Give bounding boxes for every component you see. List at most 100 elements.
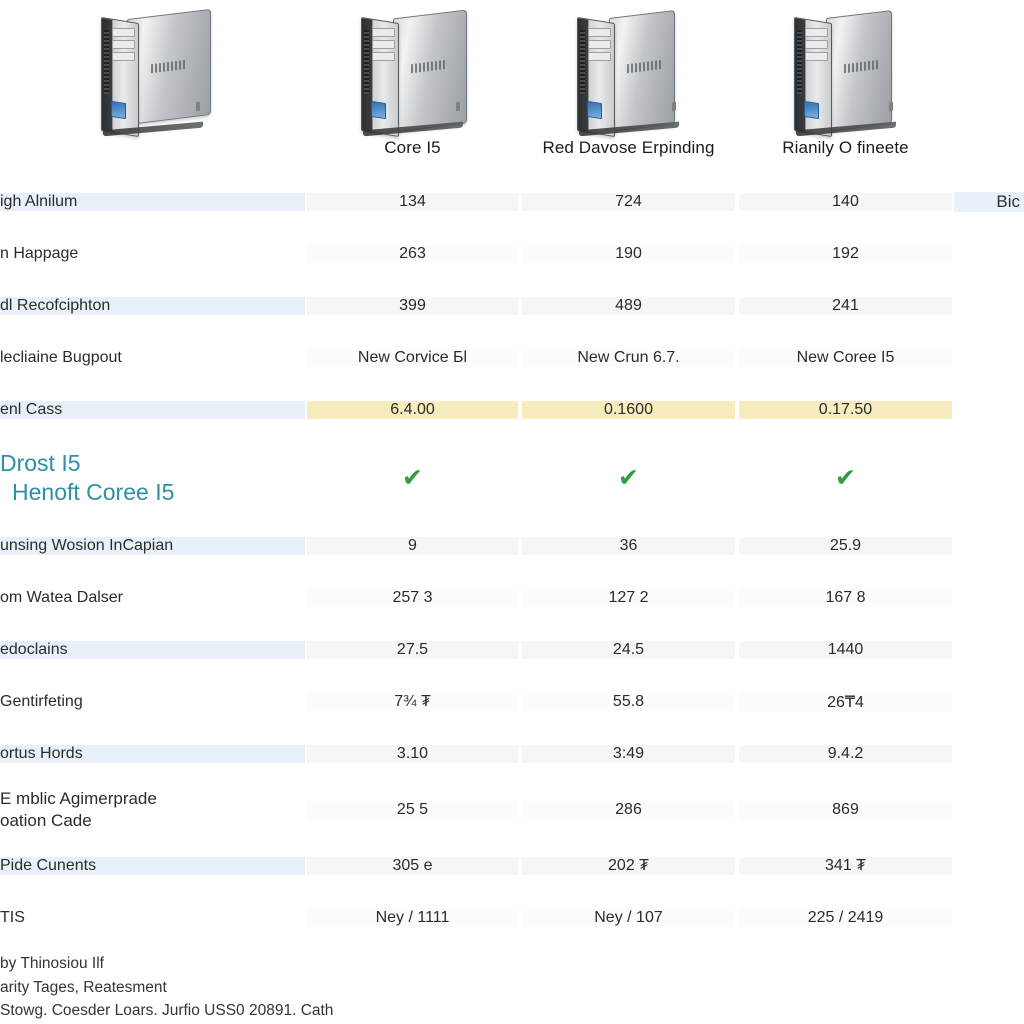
footer-disclaimer: by Thinosiou Ilf arity Tages, Reatesment… xyxy=(0,952,1024,1023)
table-cell-value: 489 xyxy=(520,297,737,315)
table-cell-value: 305 e xyxy=(305,857,520,875)
row-label: om Watea Dalser xyxy=(0,589,305,607)
row-label: edoclains xyxy=(0,641,305,659)
cell-text: New Corvice Бl xyxy=(357,349,468,366)
table-cell-value: New Coree I5 xyxy=(737,349,954,367)
table-cell-value: 25.9 xyxy=(737,537,954,555)
table-cell-value: ✔ xyxy=(520,463,737,492)
product-name-2: Red Davose Erpinding xyxy=(542,138,715,157)
cell-text: 0.1600 xyxy=(604,401,653,418)
row-label: ortus Hords xyxy=(0,745,305,763)
table-cell-value: 0.17.50 xyxy=(737,401,954,419)
table-cell-value: 9 xyxy=(305,537,520,555)
row-label: TIS xyxy=(0,909,305,927)
table-cell-value: Ney / 107 xyxy=(520,909,737,927)
row-label-text: edoclains xyxy=(0,641,68,658)
desktop-tower-icon xyxy=(569,6,689,138)
row-label: lecliaine Bugpout xyxy=(0,349,305,367)
table-cell-value: 286 xyxy=(520,801,737,819)
table-row: E mblic Agimerprade oation Cade 25 5 286 869 xyxy=(0,780,1024,840)
cell-text: New Crun 6.7. xyxy=(577,349,680,366)
table-cell-value: 399 xyxy=(305,297,520,315)
table-cell-value: 225 / 2419 xyxy=(737,909,954,927)
check-icon: ✔ xyxy=(618,463,639,492)
product-cell-2[interactable]: Red Davose Erpinding xyxy=(520,0,737,176)
row-label: unsing Wosion InCapian xyxy=(0,537,305,555)
table-cell-value: 341 ₮ xyxy=(737,857,954,875)
cell-text: 25 5 xyxy=(396,801,429,818)
cell-text: New Coree I5 xyxy=(796,349,895,366)
product-cell-1[interactable]: Core I5 xyxy=(305,0,520,176)
table-cell-value: 140 xyxy=(737,193,954,211)
cell-text: 257 3 xyxy=(392,589,433,606)
table-row: TIS Ney / 1111 Ney / 107 225 / 2419 xyxy=(0,892,1024,944)
row-label-text: n Happage xyxy=(0,245,79,262)
cell-text: 24.5 xyxy=(612,641,645,658)
cell-text: 167 8 xyxy=(825,589,866,606)
table-cell-value: 190 xyxy=(520,245,737,263)
table-cell-value: 263 xyxy=(305,245,520,263)
cell-text: 225 / 2419 xyxy=(807,909,884,926)
comparison-table: igh Alnilum 134 724 140 Bic n Happage 263 190 19… xyxy=(0,176,1024,944)
row-label-multiline: E mblic Agimerprade oation Cade xyxy=(0,788,157,833)
product-name-3: Rianily O fineete xyxy=(782,138,909,157)
cell-text: 25.9 xyxy=(829,537,862,554)
table-cell-value: ✔ xyxy=(305,465,520,491)
cell-text: 341 ₮ xyxy=(825,857,866,874)
cell-text: 192 xyxy=(832,245,859,262)
row-label: n Happage xyxy=(0,245,305,263)
table-cell-value: 7¾ ₮ xyxy=(305,693,520,711)
link-line-2[interactable]: Henoft Coree I5 xyxy=(0,478,174,507)
table-cell-value: 724 xyxy=(520,193,737,211)
cell-text: 134 xyxy=(399,193,426,210)
cell-text: 489 xyxy=(615,297,642,314)
cell-text: 9 xyxy=(408,537,417,554)
desktop-tower-icon xyxy=(353,6,473,138)
row-label-text: unsing Wosion InCapian xyxy=(0,537,174,554)
row-label: Drost I5 Henoft Coree I5 xyxy=(0,448,305,508)
table-cell-value: 25 5 xyxy=(305,801,520,819)
table-cell-value: 6.4.00 xyxy=(305,401,520,419)
table-row: unsing Wosion InCapian 9 36 25.9 xyxy=(0,520,1024,572)
table-cell-value: 36 xyxy=(520,537,737,555)
table-cell-value: ✔ xyxy=(737,465,954,491)
row-label-text: enl Cass xyxy=(0,401,63,418)
table-cell-value: 3:49 xyxy=(520,745,737,763)
cell-text: 3.10 xyxy=(396,745,429,762)
table-cell-value: 167 8 xyxy=(737,589,954,607)
cell-text: Ney / 1111 xyxy=(375,909,450,926)
table-cell-value: Ney / 1111 xyxy=(305,909,520,927)
row-label-link[interactable]: Drost I5 Henoft Coree I5 xyxy=(0,449,174,508)
table-cell-overflow: Bic xyxy=(954,192,1024,212)
desktop-tower-icon xyxy=(93,6,213,138)
row-label: dl Recofciphton xyxy=(0,297,305,315)
comparison-table-body: igh Alnilum 134 724 140 Bic n Happage 263 190 19… xyxy=(0,176,1024,944)
cell-text: Ney / 107 xyxy=(594,909,663,926)
table-row: dl Recofciphton 399 489 241 xyxy=(0,280,1024,332)
table-cell-value: 1440 xyxy=(737,641,954,659)
cell-text: 127 2 xyxy=(608,589,649,606)
product-cell-3[interactable]: Rianily O fineete xyxy=(737,0,954,176)
product-cell-0[interactable] xyxy=(0,0,305,176)
row-label-text: om Watea Dalser xyxy=(0,589,123,606)
product-header-strip: Core I5 Red Davose Erpinding Rianily O f… xyxy=(0,0,1024,176)
row-label-text: dl Recofciphton xyxy=(0,297,111,314)
overflow-text: Bic xyxy=(996,192,1020,211)
table-cell-value: 257 3 xyxy=(305,589,520,607)
table-row: Drost I5 Henoft Coree I5 ✔ ✔ ✔ xyxy=(0,436,1024,520)
cell-text: 263 xyxy=(399,245,426,262)
row-label-line: E mblic Agimerprade xyxy=(0,788,157,808)
table-cell-value: 24.5 xyxy=(520,641,737,659)
row-label: Pide Cunents xyxy=(0,857,305,875)
row-label-text: lecliaine Bugpout xyxy=(0,349,122,366)
cell-text: 241 xyxy=(832,297,859,314)
table-cell-value: 0.1600 xyxy=(520,401,737,419)
table-row: n Happage 263 190 192 xyxy=(0,228,1024,280)
table-cell-value: 27.5 xyxy=(305,641,520,659)
link-line-1[interactable]: Drost I5 xyxy=(0,449,174,478)
table-row: lecliaine Bugpout New Corvice Бl New Crun … xyxy=(0,332,1024,384)
row-label-line: oation Cade xyxy=(0,811,92,830)
row-label: enl Cass xyxy=(0,401,305,419)
table-row: Gentirfeting 7¾ ₮ 55.8 26₸4 xyxy=(0,676,1024,728)
cell-text: 202 ₮ xyxy=(608,857,649,874)
